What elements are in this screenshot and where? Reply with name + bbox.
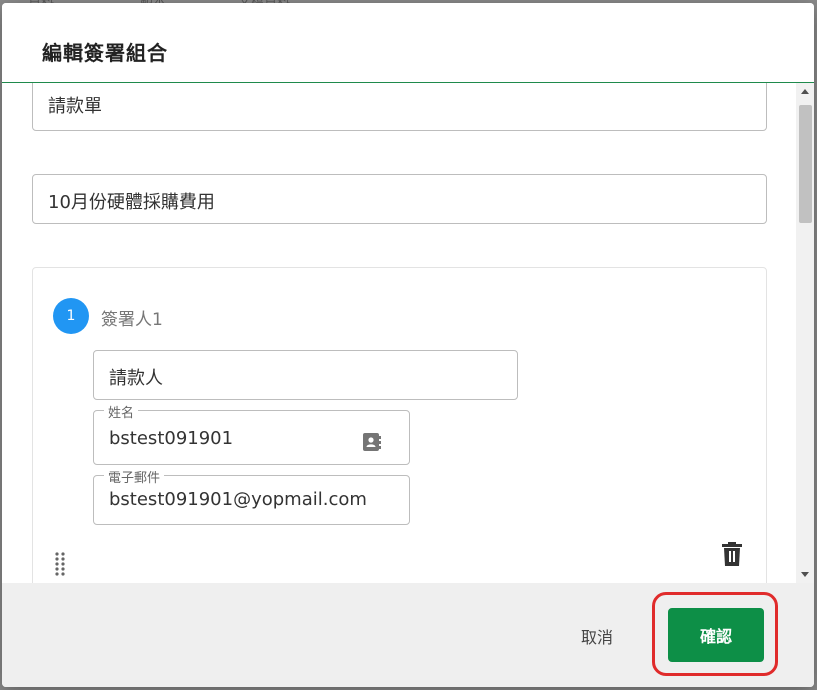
cancel-button[interactable]: 取消 bbox=[557, 611, 637, 661]
signer-email-value: bstest091901@yopmail.com bbox=[109, 489, 367, 510]
trash-icon[interactable] bbox=[722, 542, 742, 566]
dialog-body: 請款單 10月份硬體採購費用 1 簽署人1 請款人 姓名 bstest09190… bbox=[2, 83, 814, 583]
edit-signing-set-dialog: 編輯簽署組合 請款單 10月份硬體採購費用 1 簽署人1 請款人 姓名 bste… bbox=[2, 3, 814, 687]
signer-name-field[interactable]: 姓名 bstest091901 bbox=[93, 402, 410, 465]
document-type-value: 請款單 bbox=[48, 96, 102, 117]
signer-name-label: 姓名 bbox=[104, 402, 139, 421]
scroll-thumb[interactable] bbox=[799, 105, 812, 223]
document-title-value: 10月份硬體採購費用 bbox=[48, 192, 215, 213]
document-type-field[interactable]: 請款單 bbox=[32, 83, 767, 131]
signer-role-value: 請款人 bbox=[109, 368, 163, 389]
drag-handle-icon[interactable] bbox=[53, 551, 67, 577]
signer-step-circle: 1 bbox=[53, 298, 89, 334]
vertical-scrollbar[interactable] bbox=[796, 83, 814, 583]
signer-step-label: 簽署人1 bbox=[101, 310, 163, 330]
contact-book-icon[interactable] bbox=[362, 432, 382, 452]
signer-email-field[interactable]: 電子郵件 bstest091901@yopmail.com bbox=[93, 467, 410, 525]
scroll-down-arrow[interactable] bbox=[801, 572, 809, 577]
dialog-title: 編輯簽署組合 bbox=[42, 41, 168, 65]
signer-name-value: bstest091901 bbox=[109, 428, 234, 449]
signer-role-field[interactable]: 請款人 bbox=[93, 350, 518, 400]
scroll-up-arrow[interactable] bbox=[801, 89, 809, 94]
confirm-button[interactable]: 確認 bbox=[668, 608, 764, 662]
dialog-header: 編輯簽署組合 bbox=[2, 3, 814, 83]
signer-card: 1 簽署人1 請款人 姓名 bstest091901 電子郵件 bstest09… bbox=[32, 267, 767, 583]
signer-email-label: 電子郵件 bbox=[104, 467, 165, 486]
document-title-field[interactable]: 10月份硬體採購費用 bbox=[32, 174, 767, 224]
dialog-footer: 取消 確認 bbox=[2, 583, 814, 687]
